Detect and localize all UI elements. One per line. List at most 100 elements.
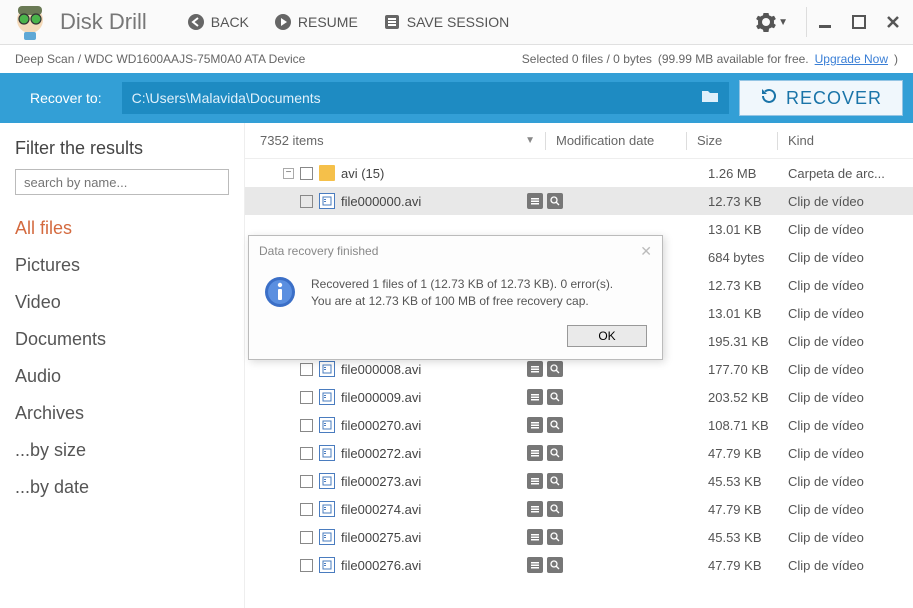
- dialog-close-icon[interactable]: ✕: [640, 243, 652, 260]
- resume-label: RESUME: [298, 14, 358, 30]
- file-name: file000009.avi: [341, 390, 527, 405]
- preview-action-icon[interactable]: [547, 557, 563, 573]
- checkbox[interactable]: [300, 167, 313, 180]
- recover-path-input[interactable]: C:\Users\Malavida\Documents: [122, 82, 729, 114]
- list-action-icon[interactable]: [527, 445, 543, 461]
- list-action-icon[interactable]: [527, 557, 543, 573]
- video-file-icon: [319, 389, 335, 405]
- file-row[interactable]: file000009.avi 203.52 KBClip de vídeo: [245, 383, 913, 411]
- file-kind: Clip de vídeo: [788, 446, 898, 461]
- file-size: 45.53 KB: [708, 474, 788, 489]
- list-action-icon[interactable]: [527, 361, 543, 377]
- settings-button[interactable]: ▼: [756, 12, 788, 32]
- filter-item[interactable]: Pictures: [15, 247, 229, 284]
- file-kind: Clip de vídeo: [788, 558, 898, 573]
- file-size: 45.53 KB: [708, 530, 788, 545]
- checkbox[interactable]: [300, 531, 313, 544]
- file-row[interactable]: file000270.avi 108.71 KBClip de vídeo: [245, 411, 913, 439]
- checkbox[interactable]: [300, 363, 313, 376]
- list-action-icon[interactable]: [527, 529, 543, 545]
- col-size[interactable]: Size: [697, 133, 777, 148]
- filter-item[interactable]: Audio: [15, 358, 229, 395]
- preview-action-icon[interactable]: [547, 445, 563, 461]
- recover-to-label: Recover to:: [30, 90, 102, 106]
- file-row[interactable]: file000274.avi47.79 KBClip de vídeo: [245, 495, 913, 523]
- list-action-icon[interactable]: [527, 473, 543, 489]
- checkbox[interactable]: [300, 419, 313, 432]
- filter-item[interactable]: ...by date: [15, 469, 229, 506]
- file-row[interactable]: file000276.avi47.79 KBClip de vídeo: [245, 551, 913, 579]
- list-action-icon[interactable]: [527, 417, 543, 433]
- file-name: file000270.avi: [341, 418, 527, 433]
- file-kind: Clip de vídeo: [788, 530, 898, 545]
- preview-action-icon[interactable]: [547, 473, 563, 489]
- browse-folder-icon[interactable]: [701, 89, 719, 108]
- file-size: 177.70 KB: [708, 362, 788, 377]
- minimize-button[interactable]: [815, 14, 835, 30]
- maximize-button[interactable]: [849, 14, 869, 30]
- sort-indicator-icon[interactable]: ▼: [525, 135, 535, 146]
- close-button[interactable]: [883, 14, 903, 30]
- col-kind[interactable]: Kind: [788, 133, 898, 148]
- checkbox[interactable]: [300, 195, 313, 208]
- file-kind: Clip de vídeo: [788, 278, 898, 293]
- col-modification-date[interactable]: Modification date: [556, 133, 686, 148]
- recovery-finished-dialog: Data recovery finished ✕ Recovered 1 fil…: [248, 235, 663, 360]
- file-row[interactable]: file000000.avi12.73 KBClip de vídeo: [245, 187, 913, 215]
- back-arrow-icon: [187, 13, 205, 31]
- search-input[interactable]: [15, 169, 229, 195]
- checkbox[interactable]: [300, 447, 313, 460]
- folder-kind: Carpeta de arc...: [788, 166, 898, 181]
- back-label: BACK: [211, 14, 249, 30]
- file-kind: Clip de vídeo: [788, 474, 898, 489]
- preview-action-icon[interactable]: [547, 417, 563, 433]
- file-row[interactable]: file000273.avi45.53 KBClip de vídeo: [245, 467, 913, 495]
- filter-item[interactable]: Documents: [15, 321, 229, 358]
- list-action-icon[interactable]: [527, 193, 543, 209]
- preview-action-icon[interactable]: [547, 193, 563, 209]
- filter-item[interactable]: All files: [15, 210, 229, 247]
- checkbox[interactable]: [300, 391, 313, 404]
- list-action-icon[interactable]: [527, 501, 543, 517]
- file-size: 684 bytes: [708, 250, 788, 265]
- recover-icon: [760, 87, 778, 110]
- file-size: 12.73 KB: [708, 194, 788, 209]
- file-name: file000275.avi: [341, 530, 527, 545]
- list-action-icon[interactable]: [527, 389, 543, 405]
- file-row[interactable]: file000275.avi 45.53 KBClip de vídeo: [245, 523, 913, 551]
- save-session-button[interactable]: SAVE SESSION: [383, 13, 509, 31]
- file-kind: Clip de vídeo: [788, 362, 898, 377]
- file-kind: Clip de vídeo: [788, 390, 898, 405]
- back-button[interactable]: BACK: [187, 13, 249, 31]
- file-kind: Clip de vídeo: [788, 222, 898, 237]
- ok-button[interactable]: OK: [567, 325, 647, 347]
- recover-button[interactable]: RECOVER: [739, 80, 903, 116]
- file-row[interactable]: file000272.avi47.79 KBClip de vídeo: [245, 439, 913, 467]
- filter-item[interactable]: Video: [15, 284, 229, 321]
- preview-action-icon[interactable]: [547, 361, 563, 377]
- checkbox[interactable]: [300, 503, 313, 516]
- video-file-icon: [319, 417, 335, 433]
- filter-item[interactable]: ...by size: [15, 432, 229, 469]
- gear-icon: [756, 12, 776, 32]
- collapse-toggle-icon[interactable]: −: [283, 168, 294, 179]
- file-size: 13.01 KB: [708, 306, 788, 321]
- video-file-icon: [319, 193, 335, 209]
- file-kind: Clip de vídeo: [788, 418, 898, 433]
- file-size: 47.79 KB: [708, 558, 788, 573]
- preview-action-icon[interactable]: [547, 501, 563, 517]
- video-file-icon: [319, 361, 335, 377]
- file-size: 203.52 KB: [708, 390, 788, 405]
- preview-action-icon[interactable]: [547, 389, 563, 405]
- dialog-message-line2: You are at 12.73 KB of 100 MB of free re…: [311, 293, 613, 310]
- app-title: Disk Drill: [60, 9, 147, 35]
- file-size: 108.71 KB: [708, 418, 788, 433]
- resume-button[interactable]: RESUME: [274, 13, 358, 31]
- file-name: file000000.avi: [341, 194, 527, 209]
- checkbox[interactable]: [300, 475, 313, 488]
- preview-action-icon[interactable]: [547, 529, 563, 545]
- filter-item[interactable]: Archives: [15, 395, 229, 432]
- checkbox[interactable]: [300, 559, 313, 572]
- folder-row[interactable]: −avi (15)1.26 MBCarpeta de arc...: [245, 159, 913, 187]
- upgrade-link[interactable]: Upgrade Now: [815, 52, 888, 66]
